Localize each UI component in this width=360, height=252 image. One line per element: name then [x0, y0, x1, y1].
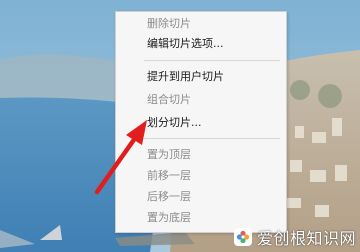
menu-item-bring-to-front[interactable]: 置为顶层 — [116, 146, 286, 164]
menu-item-bring-forward[interactable]: 前移一层 — [116, 167, 286, 185]
menu-item-combine-slices[interactable]: 组合切片 — [116, 91, 286, 109]
menu-item-delete-slice[interactable]: 删除切片 — [116, 15, 286, 33]
watermark: 爱创根知识网 — [233, 225, 356, 249]
menu-separator — [144, 138, 280, 139]
menu-separator — [144, 60, 280, 61]
menu-item-promote-to-user-slice[interactable]: 提升到用户切片 — [116, 68, 286, 86]
watermark-text: 爱创根知识网 — [256, 229, 356, 248]
menu-item-edit-slice-options[interactable]: 编辑切片选项... — [116, 35, 286, 53]
flower-logo-icon — [233, 228, 252, 246]
menu-item-send-backward[interactable]: 后移一层 — [116, 188, 286, 206]
context-menu: 删除切片 编辑切片选项... 提升到用户切片 组合切片 划分切片... 置为顶层… — [115, 11, 287, 233]
menu-item-divide-slice[interactable]: 划分切片... — [116, 114, 286, 132]
